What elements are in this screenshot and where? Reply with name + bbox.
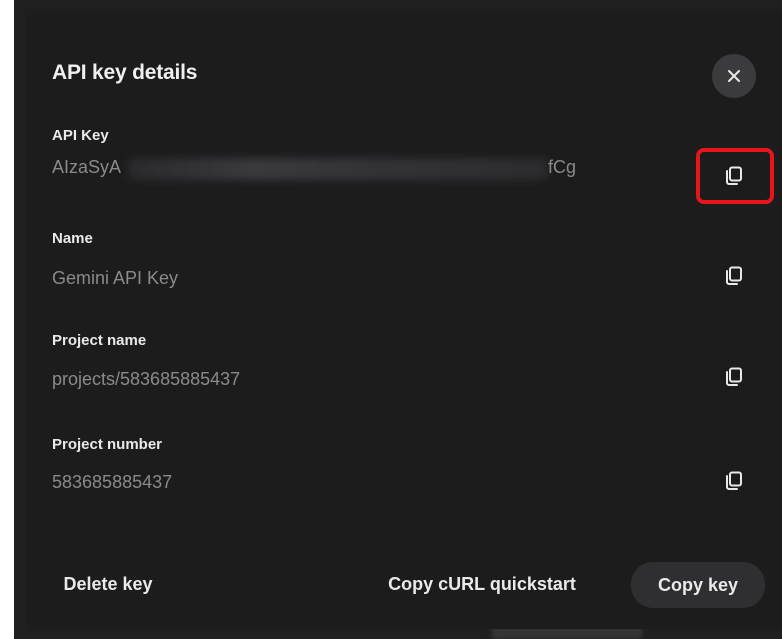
highlight-box — [696, 148, 774, 204]
copy-project-number-button[interactable] — [716, 463, 752, 499]
close-button[interactable] — [712, 54, 756, 98]
project-number-value: 583685885437 — [52, 472, 173, 492]
close-icon — [728, 70, 740, 82]
name-label: Name — [52, 230, 93, 247]
api-key-details-dialog: API key details API Key AIzaSyA fCg Name… — [26, 12, 782, 629]
copy-project-name-button[interactable] — [716, 359, 752, 395]
copy-icon — [726, 471, 742, 490]
api-key-redacted-blur — [128, 158, 548, 180]
copy-curl-quickstart-button[interactable]: Copy cURL quickstart — [354, 562, 610, 606]
copy-icon — [726, 367, 742, 386]
api-key-label: API Key — [52, 127, 109, 144]
api-key-value-prefix: AIzaSyA — [52, 157, 122, 177]
project-name-label: Project name — [52, 332, 147, 349]
copy-name-button[interactable] — [716, 258, 752, 294]
copy-key-button[interactable]: Copy key — [631, 562, 765, 608]
name-value: Gemini API Key — [52, 268, 179, 288]
project-number-label: Project number — [52, 436, 163, 453]
dialog-title: API key details — [52, 61, 198, 84]
delete-key-button[interactable]: Delete key — [48, 562, 168, 606]
project-name-value: projects/583685885437 — [52, 369, 241, 389]
api-key-value-suffix: fCg — [548, 157, 577, 177]
copy-icon — [726, 266, 742, 285]
